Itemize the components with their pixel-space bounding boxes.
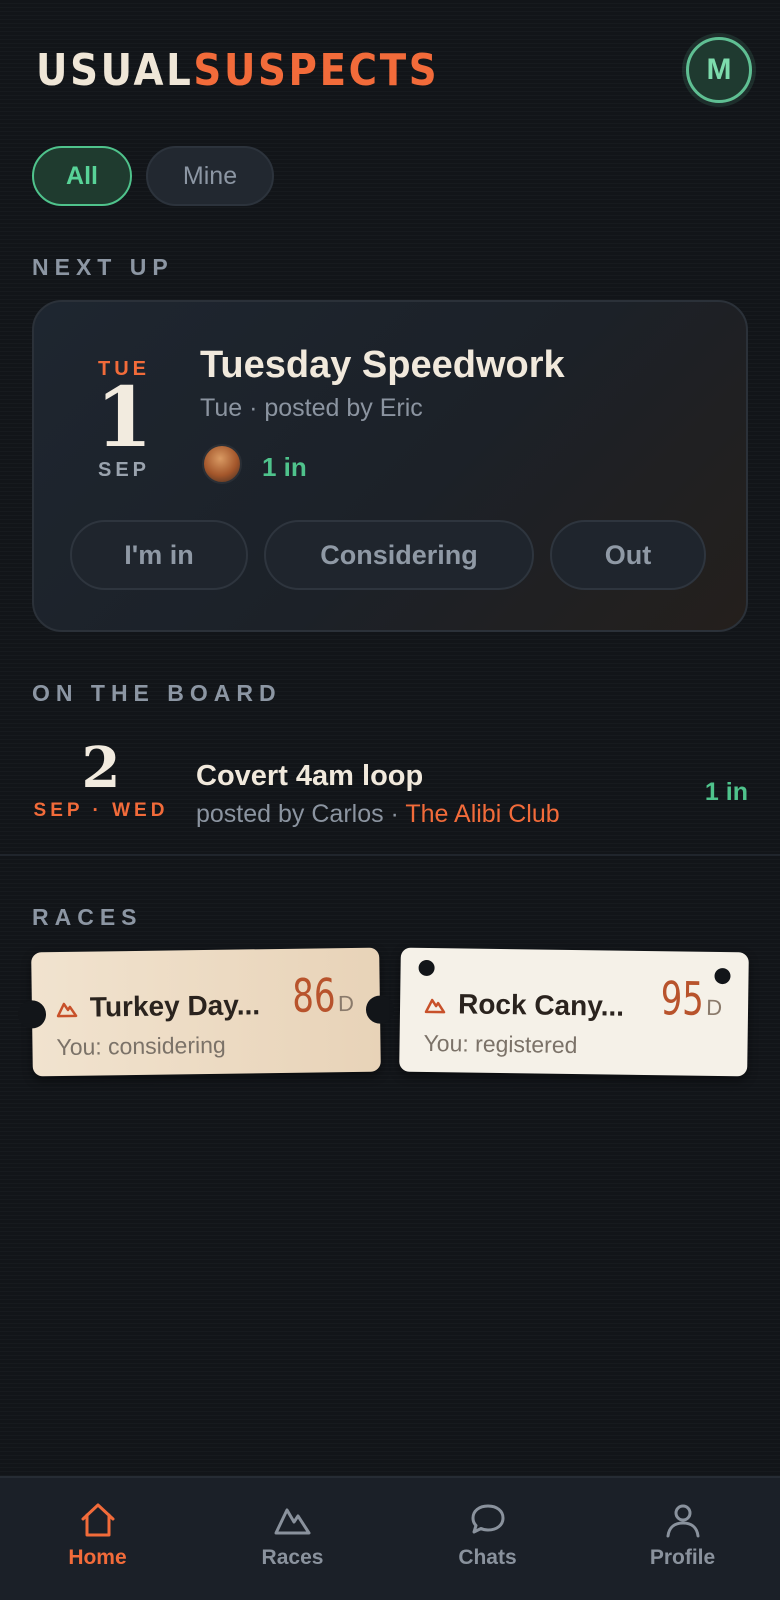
ticket-hole <box>418 959 435 977</box>
rsvp-buttons: I'm in Considering Out <box>70 520 706 590</box>
board-event-day: 2 <box>81 735 121 801</box>
person-icon <box>666 1504 699 1538</box>
board-event-subtitle: posted by Carlos · The Alibi Club <box>196 800 560 829</box>
board-event-title: Covert 4am loop <box>196 760 424 792</box>
mountain-icon <box>274 1508 310 1535</box>
races-heading: RACES <box>32 904 143 930</box>
board-event-row[interactable]: 2 SEP · WED Covert 4am loop posted by Ca… <box>0 730 780 856</box>
race-title: Rock Cany... <box>457 988 625 1022</box>
race-title: Turkey Day... <box>89 989 261 1023</box>
app-logo: USUAL SUSPECTS <box>36 45 439 96</box>
logo-text-usual: USUAL <box>36 44 194 96</box>
mountain-icon <box>56 1002 78 1018</box>
nav-home[interactable]: Home <box>0 1478 195 1600</box>
race-days-unit: D <box>337 990 355 1017</box>
nav-profile-label: Profile <box>649 1546 716 1569</box>
avatar-initial: M <box>706 53 732 86</box>
next-up-subtitle: Tue · posted by Eric <box>200 394 423 422</box>
race-ticket-card[interactable]: Rock Cany... You: registered 95D <box>399 947 749 1077</box>
profile-avatar-button[interactable]: M <box>686 37 752 103</box>
next-up-month: SEP <box>97 459 151 481</box>
race-countdown: 86D <box>283 968 354 1023</box>
bottom-nav: Home Races Chats Profile <box>0 1476 780 1600</box>
home-icon <box>81 1503 114 1537</box>
race-status: You: registered <box>423 1029 578 1059</box>
nav-chats[interactable]: Chats <box>390 1478 585 1600</box>
filter-pills: All Mine <box>32 146 274 206</box>
board-event-posted-by: posted by Carlos · <box>196 800 406 828</box>
race-days-number: 86 <box>292 968 337 1023</box>
nav-chats-label: Chats <box>458 1546 517 1569</box>
on-the-board-heading: ON THE BOARD <box>32 680 282 706</box>
nav-races-label: Races <box>261 1546 324 1569</box>
next-up-day: 1 <box>95 370 153 466</box>
nav-home-label: Home <box>68 1546 127 1569</box>
next-up-in-count: 1 in <box>262 452 307 482</box>
next-up-heading: NEXT UP <box>32 254 174 280</box>
rsvp-out-button[interactable]: Out <box>550 520 706 590</box>
ticket-notch <box>365 995 395 1024</box>
logo-text-suspects: SUSPECTS <box>193 44 440 96</box>
board-event-month-weekday: SEP · WED <box>33 800 169 821</box>
app-header: USUAL SUSPECTS M <box>36 37 752 103</box>
board-event-club-link[interactable]: The Alibi Club <box>405 800 559 828</box>
rsvp-im-in-button[interactable]: I'm in <box>70 520 248 590</box>
board-event-date: 2 SEP · WED <box>32 740 170 822</box>
race-ticket-card[interactable]: Turkey Day... You: considering 86D <box>17 947 395 1077</box>
rsvp-considering-button[interactable]: Considering <box>264 520 534 590</box>
nav-races[interactable]: Races <box>195 1478 390 1600</box>
race-status: You: considering <box>56 1031 226 1061</box>
race-days-number: 95 <box>660 971 705 1026</box>
filter-mine-pill[interactable]: Mine <box>146 146 274 206</box>
race-countdown: 95D <box>651 971 722 1026</box>
next-up-card[interactable]: TUE 1 SEP Tuesday Speedwork Tue · posted… <box>32 300 748 632</box>
next-up-date: TUE 1 SEP <box>94 358 154 482</box>
nav-profile[interactable]: Profile <box>585 1478 780 1600</box>
ticket-notch <box>17 1000 47 1029</box>
chat-bubble-icon <box>471 1504 504 1534</box>
mountain-icon <box>424 998 446 1014</box>
race-days-unit: D <box>706 994 723 1021</box>
next-up-title: Tuesday Speedwork <box>200 344 565 386</box>
filter-all-pill[interactable]: All <box>32 146 132 206</box>
board-event-in-count: 1 in <box>704 778 748 806</box>
attendee-avatar <box>202 444 242 484</box>
